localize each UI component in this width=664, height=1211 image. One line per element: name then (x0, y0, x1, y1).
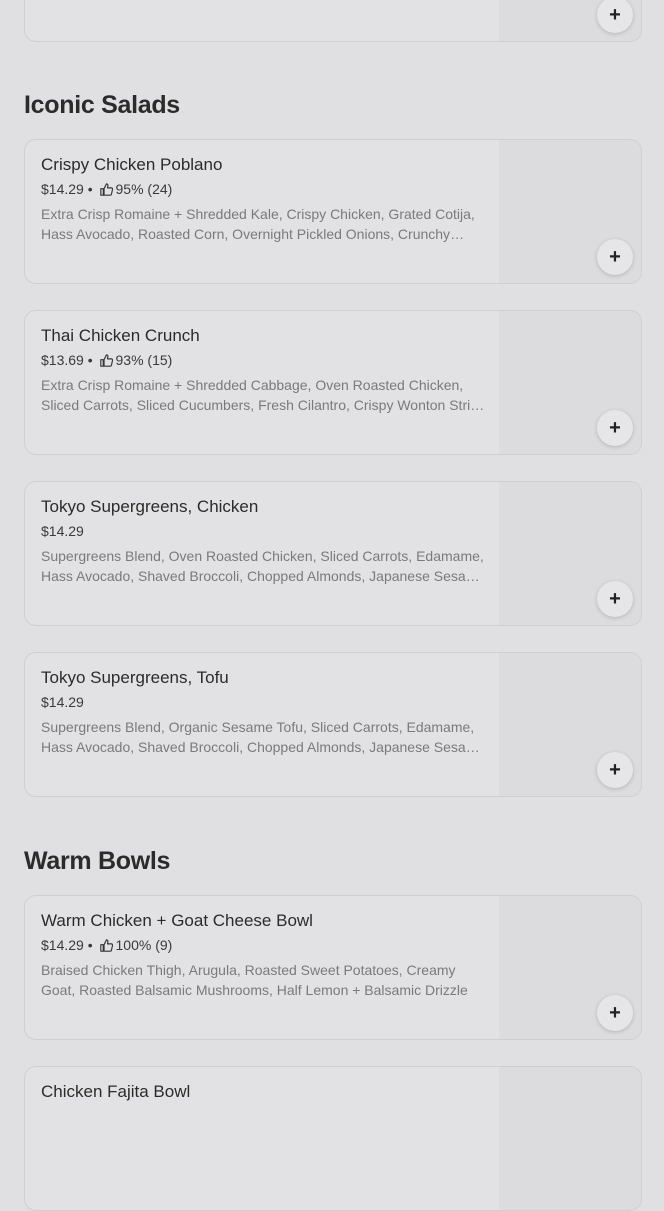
item-name: Crispy Chicken Poblano (41, 155, 223, 174)
item-price: $14.29 (41, 523, 84, 539)
menu-item-card[interactable]: + (24, 0, 642, 42)
add-to-cart-button[interactable]: + (597, 752, 633, 788)
item-price: $14.29 (41, 694, 84, 710)
item-rating: 100% (9) (115, 937, 173, 953)
menu-item-card[interactable]: Tokyo Supergreens, Tofu $14.29 Supergree… (24, 652, 642, 797)
item-meta: $14.29 • 95% (24) (41, 180, 486, 198)
plus-icon: + (609, 758, 621, 781)
add-to-cart-button[interactable]: + (597, 995, 633, 1031)
thumbs-up-icon (99, 182, 113, 196)
item-price: $14.29 (41, 181, 84, 197)
thumbs-up-icon (99, 353, 113, 367)
item-image (499, 1067, 641, 1210)
separator: • (83, 352, 97, 368)
item-name: Chicken Fajita Bowl (41, 1082, 191, 1101)
menu-item-card[interactable]: Tokyo Supergreens, Chicken $14.29 Superg… (24, 481, 642, 626)
item-rating: 95% (24) (115, 181, 173, 197)
item-name: Tokyo Supergreens, Tofu (41, 668, 229, 687)
section-title: Iconic Salads (24, 91, 180, 119)
item-price: $14.29 (41, 937, 84, 953)
add-to-cart-button[interactable]: + (597, 581, 633, 617)
add-to-cart-button[interactable]: + (597, 410, 633, 446)
plus-icon: + (609, 1001, 621, 1024)
plus-icon: + (609, 587, 621, 610)
item-meta: $14.29 • 100% (9) (41, 936, 486, 954)
item-name: Tokyo Supergreens, Chicken (41, 497, 259, 516)
add-to-cart-button[interactable]: + (597, 239, 633, 275)
separator: • (83, 181, 97, 197)
item-description: Extra Crisp Romaine + Shredded Kale, Cri… (41, 206, 475, 242)
thumbs-up-icon (99, 938, 113, 952)
plus-icon: + (609, 416, 621, 439)
item-name: Warm Chicken + Goat Cheese Bowl (41, 911, 313, 930)
menu-item-card[interactable]: Chicken Fajita Bowl (24, 1066, 642, 1211)
section-title: Warm Bowls (24, 847, 171, 875)
item-description: Supergreens Blend, Organic Sesame Tofu, … (41, 719, 486, 755)
item-meta: $13.69 • 93% (15) (41, 351, 486, 369)
item-description: Supergreens Blend, Oven Roasted Chicken,… (41, 548, 486, 584)
menu-item-card[interactable]: Warm Chicken + Goat Cheese Bowl $14.29 •… (24, 895, 642, 1040)
separator: • (83, 937, 97, 953)
item-description: Extra Crisp Romaine + Shredded Cabbage, … (41, 377, 486, 413)
item-meta: $14.29 (41, 522, 486, 540)
item-meta: $14.29 (41, 693, 486, 711)
item-description: Braised Chicken Thigh, Arugula, Roasted … (41, 962, 468, 998)
plus-icon: + (609, 3, 621, 26)
plus-icon: + (609, 245, 621, 268)
menu-item-card[interactable]: Crispy Chicken Poblano $14.29 • 95% (24)… (24, 139, 642, 284)
item-price: $13.69 (41, 352, 84, 368)
item-name: Thai Chicken Crunch (41, 326, 200, 345)
menu-item-card[interactable]: Thai Chicken Crunch $13.69 • 93% (15) Ex… (24, 310, 642, 455)
item-rating: 93% (15) (115, 352, 173, 368)
